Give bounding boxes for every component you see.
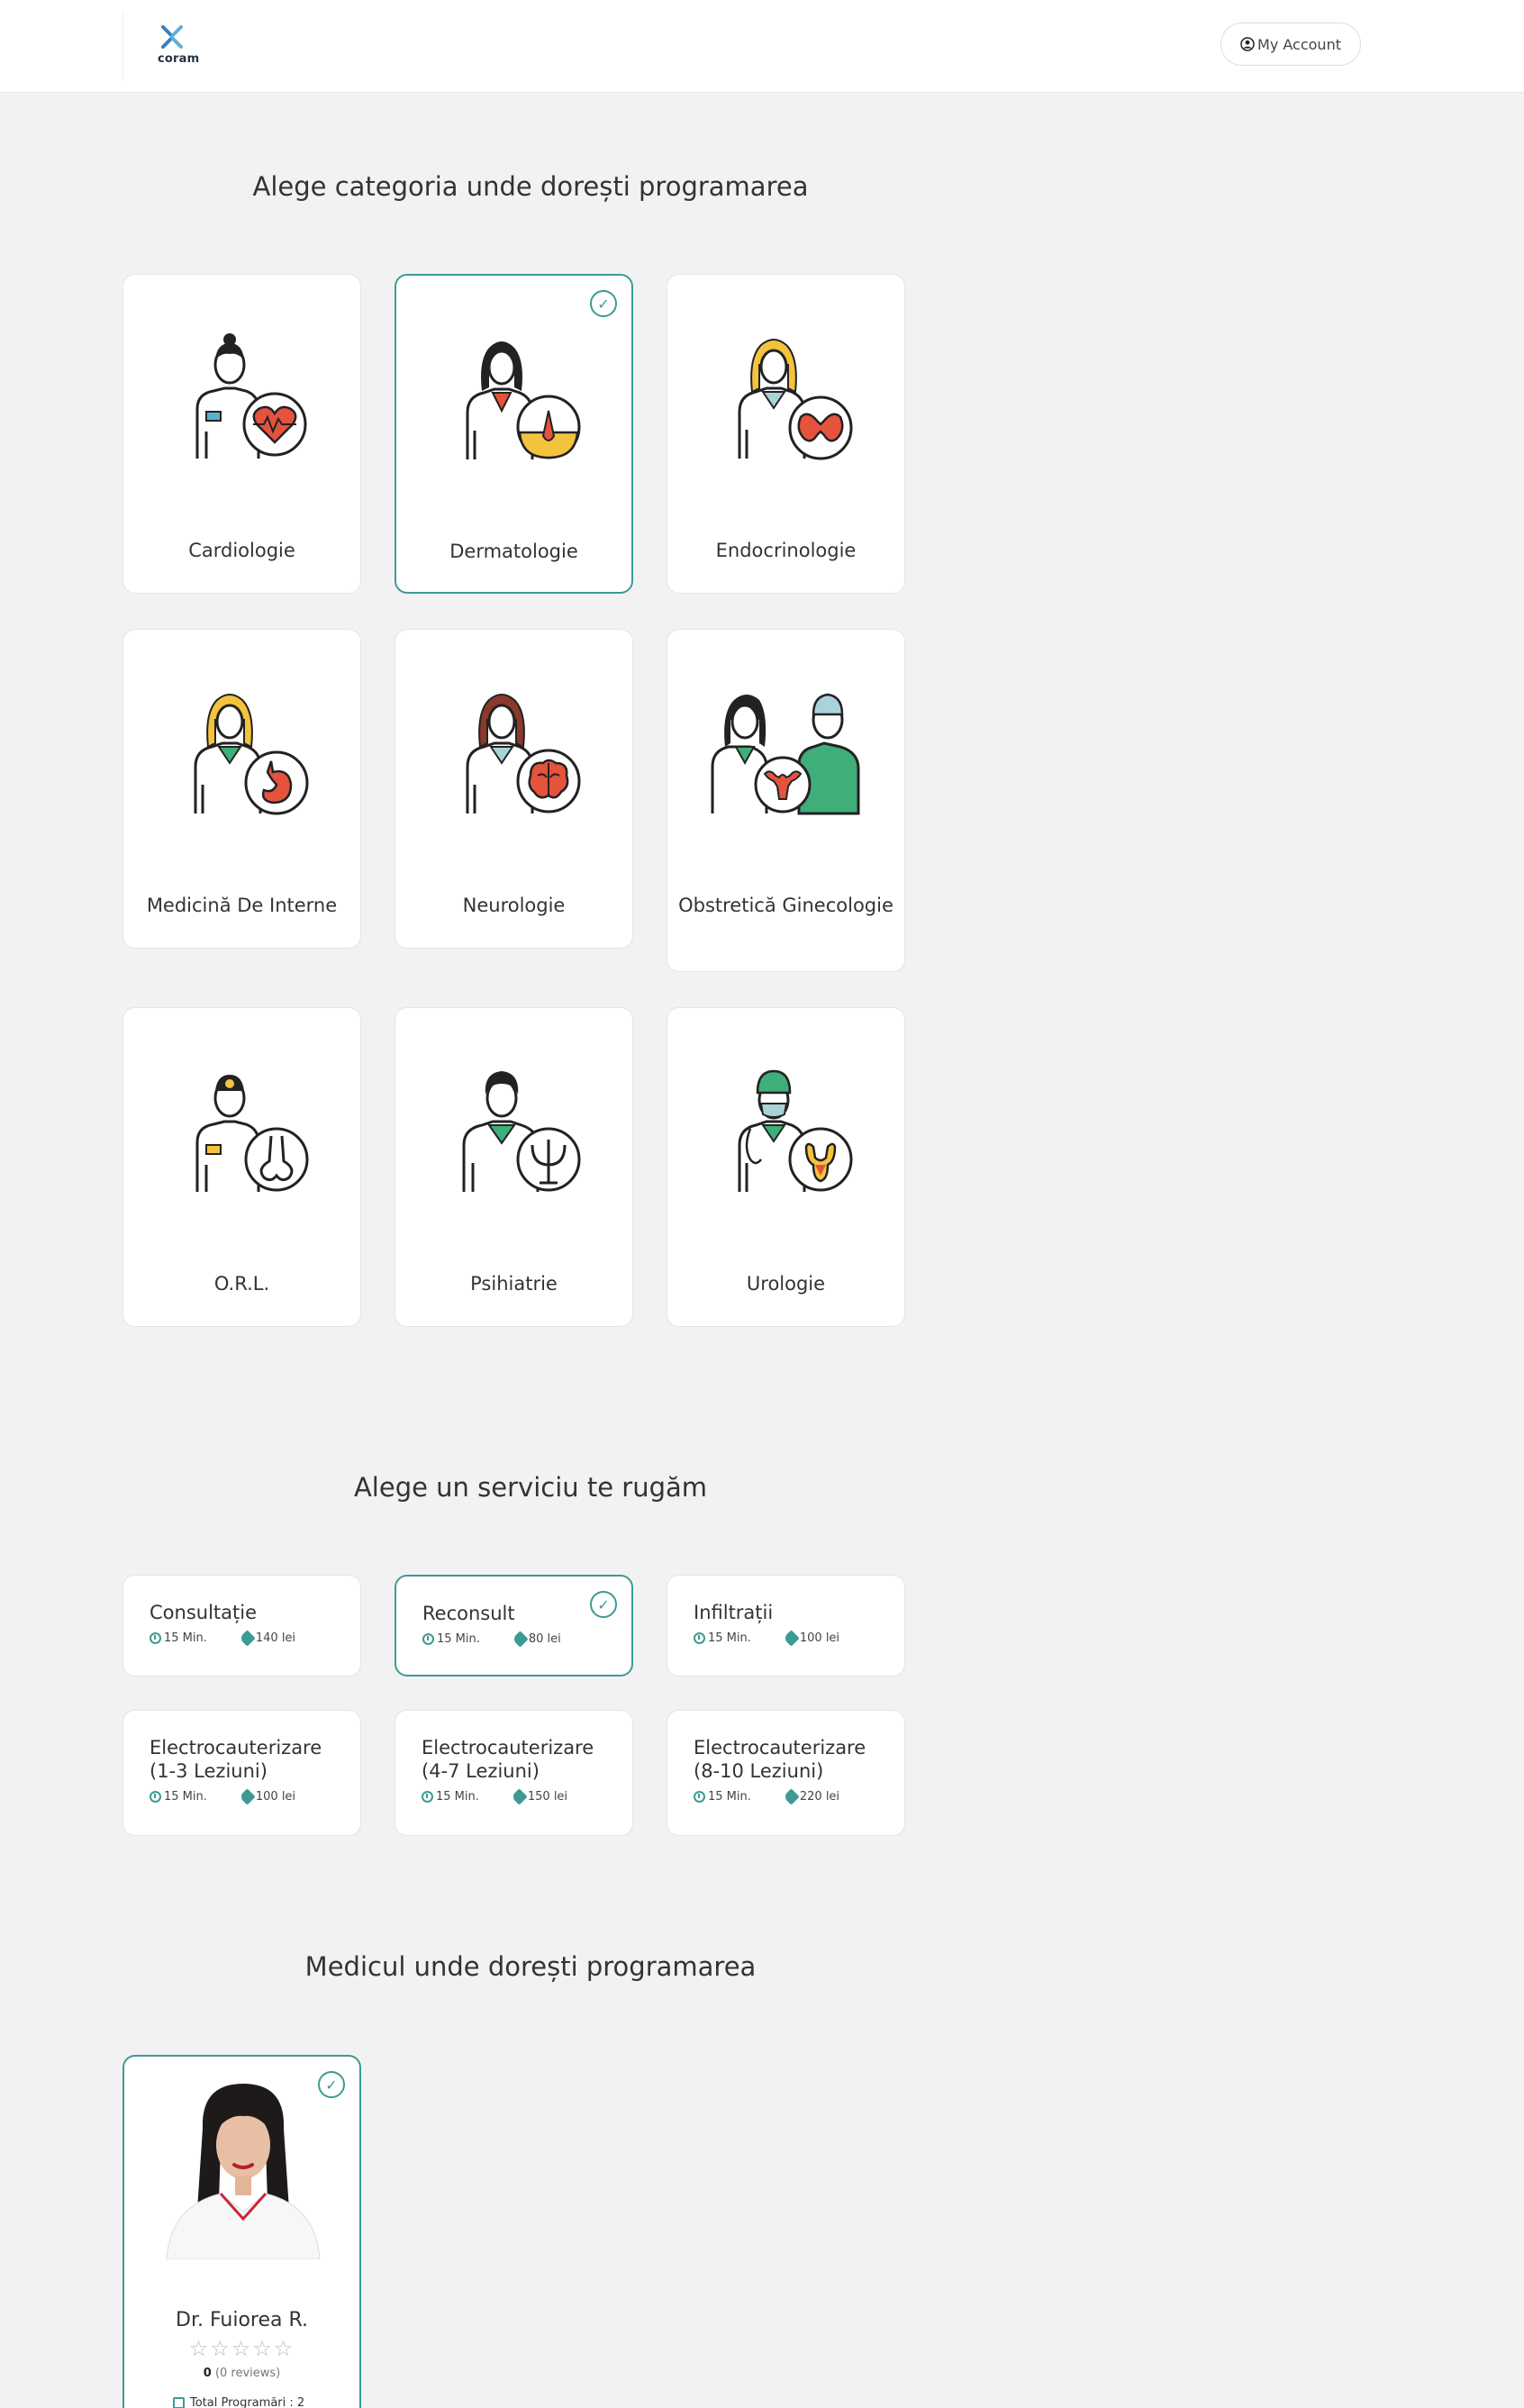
internal-medicine-doctor-icon [194,694,308,815]
service-meta: 15 Min. 140 lei [150,1630,296,1647]
price-tag-icon [783,1630,800,1647]
service-meta: 15 Min. 150 lei [422,1788,568,1805]
category-label: Neurologie [462,895,566,916]
service-price: 100 lei [799,1631,840,1645]
category-label: Cardiologie [188,540,295,561]
clock-icon [694,1791,705,1803]
category-card-cardiologie[interactable]: Cardiologie [122,274,361,594]
service-price: 80 lei [528,1632,561,1646]
service-duration: 15 Min. [436,1790,479,1804]
category-label: O.R.L. [213,1273,270,1295]
service-price: 140 lei [255,1631,296,1645]
service-card-electrocauterizare-1-3[interactable]: Electrocauterizare (1-3 Leziuni) 15 Min.… [122,1710,361,1836]
doctor-section-title: Medicul unde dorești programarea [304,1951,757,1982]
category-card-neurologie[interactable]: Neurologie [395,629,633,949]
category-card-orl[interactable]: O.R.L. [122,1007,361,1327]
category-card-urologie[interactable]: Urologie [667,1007,905,1327]
logo-text: coram [158,52,200,66]
service-duration: 15 Min. [164,1790,207,1804]
service-meta: 15 Min. 220 lei [694,1788,840,1805]
category-label: Psihiatrie [470,1273,558,1295]
coram-logo[interactable]: coram [122,13,200,81]
reviews-label: (0 reviews) [214,2367,281,2380]
doctor-photo [149,2075,338,2259]
endocrinology-doctor-icon [738,339,852,460]
service-name: Consultație [150,1602,257,1623]
service-duration: 15 Min. [164,1631,207,1645]
urology-doctor-icon [738,1069,852,1192]
service-meta: 15 Min. 100 lei [150,1788,296,1805]
top-bar: coram My Account [0,0,1524,93]
service-card-electrocauterizare-4-7[interactable]: Electrocauterizare (4-7 Leziuni) 15 Min.… [395,1710,633,1836]
service-price: 150 lei [527,1790,568,1804]
service-card-electrocauterizare-8-10[interactable]: Electrocauterizare (8-10 Leziuni) 15 Min… [667,1710,905,1836]
category-card-endocrinologie[interactable]: Endocrinologie [667,274,905,594]
neurology-doctor-icon [466,694,580,813]
service-price: 100 lei [255,1790,296,1804]
reviews-count: 0 (0 reviews) [124,2367,359,2380]
price-tag-icon [511,1788,528,1805]
price-tag-icon [783,1788,800,1805]
doctor-card[interactable]: ✓ Dr. Fuiorea R. ☆☆☆☆☆ 0 (0 reviews) Tot… [122,2055,361,2408]
ent-doctor-icon [195,1075,308,1192]
category-label: Medicină De Interne [146,895,338,916]
service-name: Electrocauterizare (8-10 Leziuni) [694,1737,866,1782]
dermatology-doctor-icon [466,341,580,459]
service-duration: 15 Min. [437,1632,480,1646]
clock-icon [150,1632,161,1644]
service-card-consultatie[interactable]: Consultație 15 Min. 140 lei [122,1575,361,1677]
service-duration: 15 Min. [708,1631,751,1645]
service-name: Infiltrații [694,1602,774,1623]
service-card-reconsult[interactable]: Reconsult ✓ 15 Min. 80 lei [395,1575,633,1677]
service-meta: 15 Min. 80 lei [422,1631,561,1648]
service-duration: 15 Min. [708,1790,751,1804]
category-label: Obstretică Ginecologie [678,895,894,916]
selected-check-icon: ✓ [590,1591,617,1618]
price-tag-icon [512,1631,529,1648]
doctor-name: Dr. Fuiorea R. [176,2309,308,2331]
selected-check-icon: ✓ [318,2071,345,2098]
category-label: Endocrinologie [715,540,857,561]
service-name: Electrocauterizare (1-3 Leziuni) [150,1737,322,1782]
clock-icon [422,1633,434,1645]
service-name: Electrocauterizare (4-7 Leziuni) [422,1737,594,1782]
rating-stars-icon: ☆☆☆☆☆ [188,2336,295,2361]
category-label: Dermatologie [449,541,578,562]
category-card-dermatologie[interactable]: ✓ Dermatologie [395,274,633,594]
clock-icon [150,1791,161,1803]
category-card-psihiatrie[interactable]: Psihiatrie [395,1007,633,1327]
category-card-medicina-de-interne[interactable]: Medicină De Interne [122,629,361,949]
my-account-label: My Account [1257,35,1341,53]
total-appointments: Total Programări : 2 [173,2396,304,2408]
service-meta: 15 Min. 100 lei [694,1630,840,1647]
price-tag-icon [239,1630,256,1647]
psychiatry-doctor-icon [462,1071,580,1192]
category-label: Urologie [746,1273,826,1295]
selected-check-icon: ✓ [590,290,617,317]
clock-icon [694,1632,705,1644]
user-circle-icon [1240,37,1255,51]
service-name: Reconsult [422,1603,515,1624]
cardiology-doctor-icon [195,333,306,459]
category-card-obstretica-ginecologie[interactable]: Obstretică Ginecologie [667,629,905,972]
rating-value: 0 [203,2367,212,2380]
logo-mark-icon [161,25,183,49]
price-tag-icon [239,1788,256,1805]
gynecology-doctors-icon [711,693,859,815]
service-card-infiltratii[interactable]: Infiltrații 15 Min. 100 lei [667,1575,905,1677]
total-appointments-label: Total Programări : 2 [190,2396,305,2408]
service-price: 220 lei [799,1790,840,1804]
category-section-title: Alege categoria unde dorești programarea [252,171,809,202]
checkbox-icon [173,2397,185,2408]
clock-icon [422,1791,433,1803]
service-section-title: Alege un serviciu te rugăm [353,1472,708,1503]
my-account-button[interactable]: My Account [1220,23,1361,66]
